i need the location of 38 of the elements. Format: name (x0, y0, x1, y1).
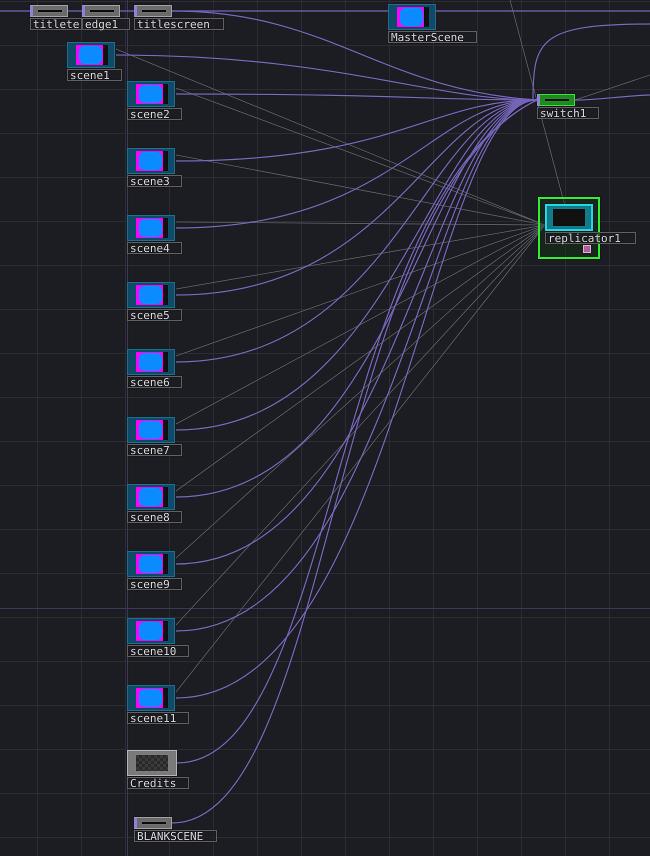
scene-node[interactable] (67, 42, 115, 68)
chop-node[interactable] (30, 5, 68, 17)
scene-node[interactable] (127, 148, 175, 174)
scene-node[interactable] (127, 685, 175, 711)
node-label: scene4 (127, 242, 182, 254)
node-label: switch1 (537, 107, 599, 119)
node-label: edge1 (82, 18, 130, 30)
scene-node[interactable] (388, 4, 436, 30)
node-label: BLANKSCENE (134, 830, 217, 842)
chop-node[interactable] (82, 5, 120, 17)
chop-node[interactable] (134, 5, 172, 17)
node-label: scene9 (127, 578, 182, 590)
node-label: titlescreen (134, 18, 224, 30)
node-label: scene3 (127, 175, 182, 187)
scene-node[interactable] (127, 618, 175, 644)
node-label: titlete (30, 18, 82, 30)
node-label: scene11 (127, 712, 189, 724)
node-label: scene8 (127, 511, 182, 523)
scene-node[interactable] (127, 551, 175, 577)
replicator-node[interactable] (545, 204, 593, 231)
switch-node[interactable] (537, 94, 575, 106)
scene-node[interactable] (127, 282, 175, 308)
credits-node[interactable] (127, 750, 177, 776)
node-label: replicator1 (545, 232, 636, 244)
node-label: scene10 (127, 645, 189, 657)
scene-node[interactable] (127, 484, 175, 510)
node-label: scene7 (127, 444, 182, 456)
node-label: scene5 (127, 309, 182, 321)
scene-node[interactable] (127, 417, 175, 443)
node-label: Credits (127, 777, 189, 789)
scene-node[interactable] (127, 81, 175, 107)
scene-node[interactable] (127, 215, 175, 241)
node-label: scene6 (127, 376, 182, 388)
node-label: scene1 (67, 69, 122, 81)
scene-node[interactable] (127, 349, 175, 375)
node-label: MasterScene (388, 31, 477, 43)
chop-node[interactable] (134, 817, 172, 829)
node-label: scene2 (127, 108, 182, 120)
